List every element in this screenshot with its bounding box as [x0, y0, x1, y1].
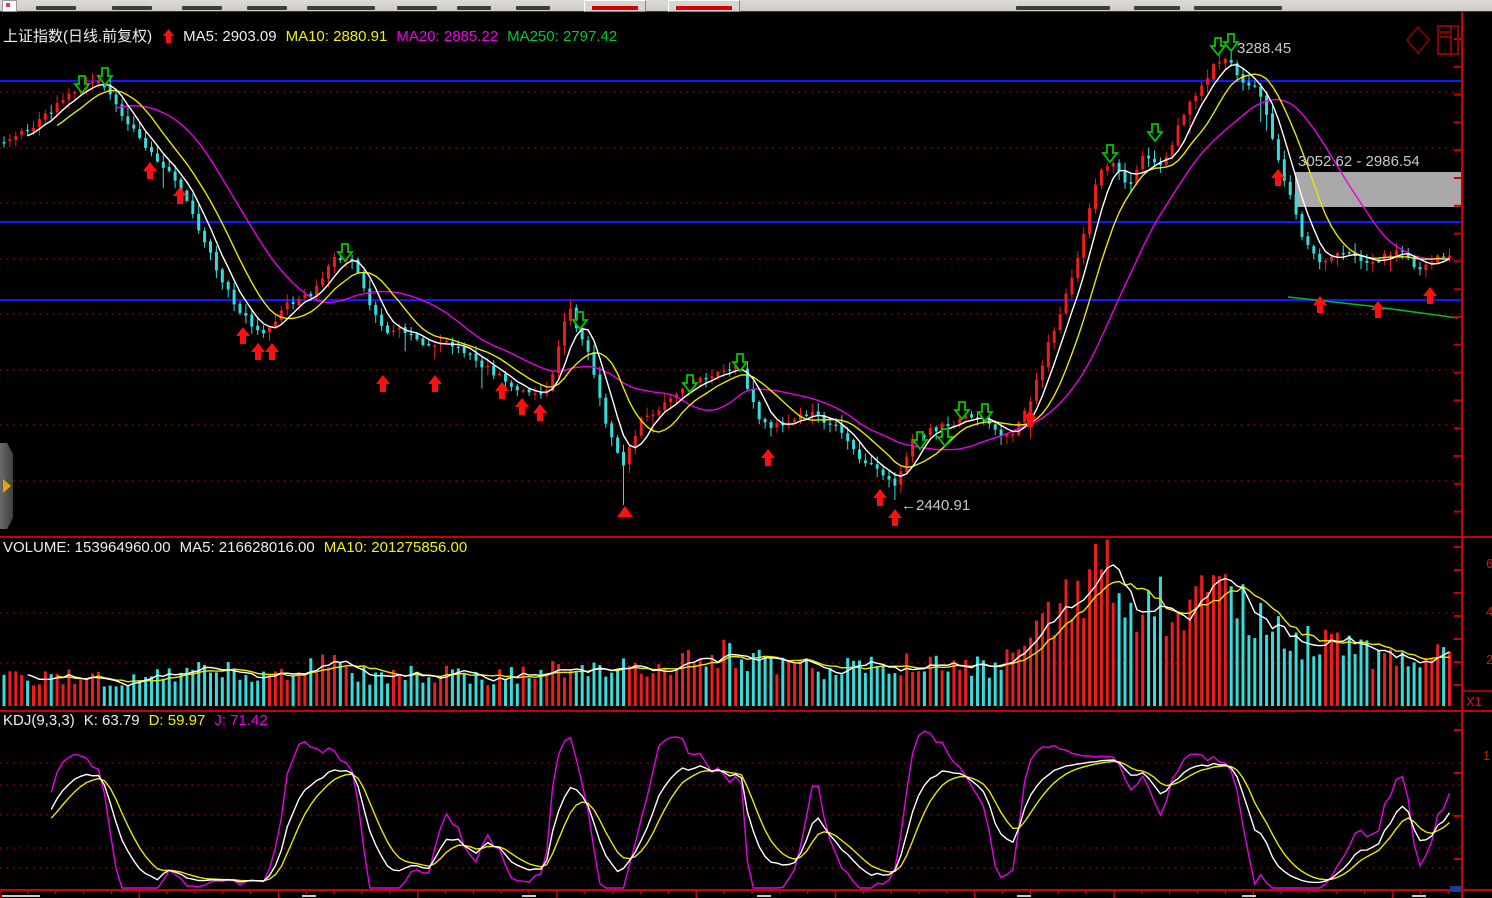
date-axis-label — [2, 895, 40, 897]
menu-item-right[interactable] — [1134, 6, 1180, 10]
kdj-d-value: D: 59.97 — [149, 712, 206, 729]
menu-item[interactable] — [247, 6, 287, 10]
menu-item-right[interactable] — [1016, 6, 1110, 10]
ma20-value: MA20: 2885.22 — [396, 28, 498, 45]
date-axis-label — [1242, 895, 1256, 897]
ma250-value: MA250: 2797.42 — [507, 28, 617, 45]
app-icon[interactable] — [2, 0, 17, 12]
kdj-k-value: K: 63.79 — [84, 712, 140, 729]
volume-unit-label: X1 — [1466, 694, 1482, 709]
scrollbar-fragment[interactable] — [1450, 886, 1461, 892]
kdj-legend: KDJ(9,3,3) K: 63.79 D: 59.97 J: 71.42 — [3, 713, 277, 729]
menu-item[interactable] — [516, 6, 550, 10]
volume-axis-label: 4 — [1486, 604, 1492, 619]
volume-value: VOLUME: 153964960.00 — [3, 539, 171, 556]
gap-range-label: 3052.62 - 2986.54 — [1298, 154, 1420, 170]
menu-bar — [0, 0, 1492, 12]
menu-item[interactable] — [112, 6, 152, 10]
kdj-axis-label: 1 — [1483, 748, 1490, 763]
ma10-value: MA10: 2880.91 — [286, 28, 388, 45]
kdj-j-value: J: 71.42 — [214, 712, 267, 729]
window-layout-icon[interactable] — [1438, 26, 1458, 54]
kdj-title: KDJ(9,3,3) — [3, 712, 75, 729]
menu-item[interactable] — [307, 6, 375, 10]
toolbar-red-button-2[interactable] — [668, 0, 740, 12]
volume-ma10-value: MA10: 201275856.00 — [324, 539, 467, 556]
volume-axis-label: 2 — [1486, 652, 1492, 667]
date-axis-label — [1017, 895, 1031, 897]
menu-item[interactable] — [397, 6, 437, 10]
instrument-title: 上证指数(日线.前复权) — [3, 28, 152, 45]
sidebar-expand-handle[interactable] — [0, 443, 13, 529]
peak-price-label: 3288.45 — [1237, 41, 1291, 57]
volume-legend: VOLUME: 153964960.00 MA5: 216628016.00 MA1… — [3, 540, 476, 556]
pane-corner-icons — [1398, 22, 1462, 58]
menu-item[interactable] — [182, 6, 222, 10]
date-axis-label — [757, 895, 771, 897]
volume-ma5-value: MA5: 216628016.00 — [180, 539, 315, 556]
date-axis-label — [522, 895, 536, 897]
menu-item[interactable] — [36, 6, 76, 10]
chart-canvas[interactable] — [0, 0, 1492, 898]
toolbar-red-button-1[interactable] — [584, 0, 646, 12]
diamond-icon[interactable] — [1407, 27, 1429, 53]
menu-item-right[interactable] — [1194, 6, 1282, 10]
menu-item[interactable] — [457, 6, 491, 10]
date-axis-label — [302, 895, 316, 897]
date-axis-label — [1412, 895, 1426, 897]
volume-axis-label: 6 — [1486, 556, 1492, 571]
main-chart-legend: 上证指数(日线.前复权) MA5: 2903.09 MA10: 2880.91 MA2… — [3, 29, 626, 45]
expand-arrow-icon — [3, 479, 11, 493]
low-price-label: ←2440.91 — [901, 498, 970, 514]
app-window: 上证指数(日线.前复权) MA5: 2903.09 MA10: 2880.91 MA2… — [0, 0, 1492, 898]
ma5-value: MA5: 2903.09 — [183, 28, 276, 45]
up-arrow-icon — [163, 29, 174, 43]
